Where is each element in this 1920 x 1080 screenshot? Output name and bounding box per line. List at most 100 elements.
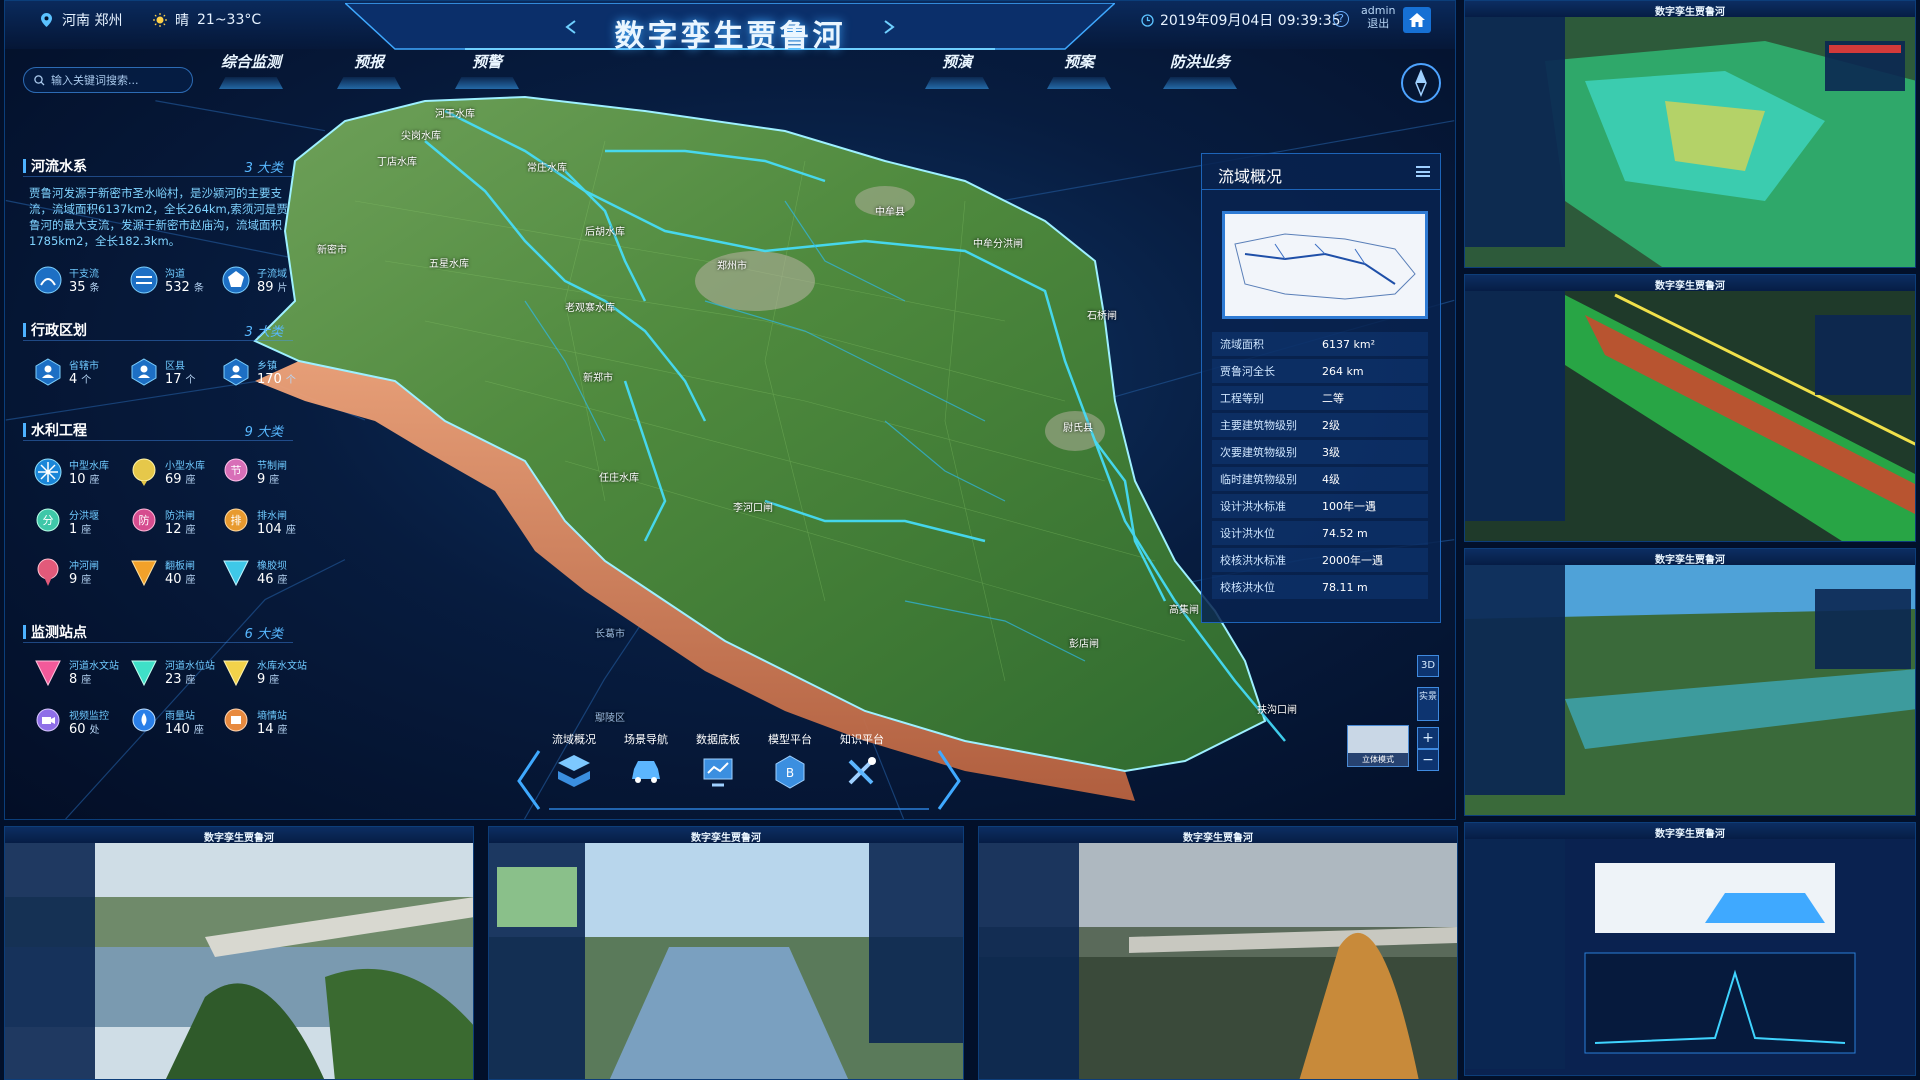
- stat-label: 沟道: [165, 269, 185, 280]
- zoom-in-button[interactable]: +: [1417, 727, 1439, 749]
- zoom-out-button[interactable]: −: [1417, 749, 1439, 771]
- tab-monitoring[interactable]: 综合监测: [211, 51, 291, 89]
- logout-link[interactable]: 退出: [1361, 17, 1395, 30]
- map-label[interactable]: 老观寨水库: [565, 299, 615, 314]
- section-title: 河流水系: [23, 156, 87, 176]
- stat-item[interactable]: 乡镇 170 个: [221, 355, 307, 395]
- stat-item[interactable]: 视频监控 60 处: [33, 705, 119, 745]
- thumb-title: 数字孪生贾鲁河: [204, 833, 274, 844]
- basin-mini-map[interactable]: [1222, 211, 1428, 319]
- tab-plan[interactable]: 预案: [1039, 51, 1119, 89]
- stat-item[interactable]: 干支流 35 条: [33, 263, 119, 303]
- main-dashboard: 河王水库 常庄水库 丁店水库 新密市 五星水库 尖岗水库 后胡水库 老观寨水库 …: [4, 0, 1456, 820]
- stat-value-wrap: 46 座: [257, 571, 288, 587]
- search-input[interactable]: 输入关键词搜索...: [23, 67, 193, 93]
- stat-item[interactable]: 防 防洪闸 12 座: [129, 505, 215, 545]
- btn-3d[interactable]: 3D: [1417, 655, 1439, 677]
- btn-real-scene[interactable]: 实景: [1417, 687, 1439, 721]
- map-label[interactable]: 石桥闸: [1087, 307, 1117, 322]
- tool-scene-navigation[interactable]: 场景导航: [611, 731, 681, 795]
- map-label[interactable]: 新郑市: [583, 369, 613, 384]
- stat-item[interactable]: 沟道 532 条: [129, 263, 215, 303]
- datetime: 2019年09月04日 09:39:35: [1141, 10, 1341, 30]
- thumbnail-cross-section[interactable]: 数字孪生贾鲁河: [1464, 822, 1916, 1076]
- tool-knowledge-platform[interactable]: 知识平台: [827, 731, 897, 795]
- stat-item[interactable]: 橡胶坝 46 座: [221, 555, 307, 595]
- map-label[interactable]: 彭店闸: [1069, 635, 1099, 650]
- compass-button[interactable]: [1401, 63, 1441, 103]
- stat-item[interactable]: 子流域 89 片: [221, 263, 307, 303]
- city-river-scene: [489, 827, 963, 1079]
- thumbnail-flood-simulation[interactable]: 数字孪生贾鲁河: [1464, 0, 1916, 268]
- stat-item[interactable]: 中型水库 10 座: [33, 455, 119, 495]
- stat-value-wrap: 8座: [69, 671, 91, 687]
- map-label[interactable]: 尖岗水库: [401, 127, 441, 142]
- clock-icon: [1141, 13, 1154, 27]
- thumbnail-bridge-view[interactable]: 数字孪生贾鲁河: [4, 826, 474, 1080]
- water-level-station-icon: [131, 660, 157, 687]
- map-label[interactable]: 李河口闸: [733, 499, 773, 514]
- rubber-dam-icon: [223, 560, 249, 587]
- thumbnail-flow-field[interactable]: 数字孪生贾鲁河: [1464, 274, 1916, 542]
- thumb-title: 数字孪生贾鲁河: [691, 833, 761, 844]
- stat-value: 23: [165, 672, 182, 687]
- stat-value: 17: [165, 372, 182, 387]
- stat-item[interactable]: 墒情站 14 座: [221, 705, 307, 745]
- thumbnail-city-river[interactable]: 数字孪生贾鲁河: [488, 826, 964, 1080]
- stat-item[interactable]: 省辖市 4个: [33, 355, 119, 395]
- stat-item[interactable]: 小型水库 69 座: [129, 455, 215, 495]
- stat-item[interactable]: 河道水文站 8 座: [33, 655, 119, 695]
- location[interactable]: 河南 郑州: [41, 10, 122, 30]
- small-reservoir-icon: [132, 458, 156, 486]
- stat-value: 35: [69, 280, 86, 295]
- stat-item[interactable]: 雨量站 140 座: [129, 705, 215, 745]
- stat-label: 防洪闸: [165, 511, 195, 522]
- tab-flood-control[interactable]: 防洪业务: [1155, 51, 1245, 89]
- help-icon[interactable]: ?: [1333, 11, 1349, 27]
- section-title: 监测站点: [23, 622, 87, 642]
- stat-item[interactable]: 水库水文站 9 座: [221, 655, 307, 695]
- stat-item[interactable]: 节 节制闸 9 座: [221, 455, 307, 495]
- map-label[interactable]: 河王水库: [435, 105, 475, 120]
- mode-label: 立体模式: [1348, 753, 1408, 766]
- stat-item[interactable]: 翻板闸 40 座: [129, 555, 215, 595]
- map-label[interactable]: 高集闸: [1169, 601, 1199, 616]
- stat-item[interactable]: 区县 17 个: [129, 355, 215, 395]
- thumbnail-forest-dam[interactable]: 数字孪生贾鲁河: [978, 826, 1458, 1080]
- tab-rehearsal[interactable]: 预演: [917, 51, 997, 89]
- stat-item[interactable]: 排 排水闸 104 座: [221, 505, 307, 545]
- soil-moisture-icon: [224, 708, 248, 732]
- map-label[interactable]: 新密市: [317, 241, 347, 256]
- tool-basin-overview[interactable]: 流域概况: [539, 731, 609, 795]
- mode-switch[interactable]: 立体模式: [1347, 725, 1409, 767]
- sun-icon: [153, 13, 167, 27]
- map-label[interactable]: 丁店水库: [377, 153, 417, 168]
- stat-unit: 个: [185, 375, 196, 386]
- user-box[interactable]: admin 退出: [1361, 4, 1395, 30]
- location-text: 河南 郑州: [62, 13, 123, 29]
- thumbnail-terrain-3d[interactable]: 数字孪生贾鲁河: [1464, 548, 1916, 816]
- section-rivers-header: 河流水系 3 大类: [23, 155, 293, 177]
- map-label[interactable]: 五星水库: [429, 255, 469, 270]
- map-label[interactable]: 郑州市: [717, 257, 747, 272]
- home-button[interactable]: [1403, 7, 1431, 33]
- stat-item[interactable]: 冲河闸 9 座: [33, 555, 119, 595]
- rain-gauge-icon: [132, 708, 156, 732]
- stat-item[interactable]: 河道水位站 23 座: [129, 655, 215, 695]
- map-label[interactable]: 尉氏县: [1063, 419, 1093, 434]
- tool-model-platform[interactable]: 模型平台 B: [755, 731, 825, 795]
- tool-data-base[interactable]: 数据底板: [683, 731, 753, 795]
- tab-highlight: [219, 77, 283, 89]
- map-label[interactable]: 后胡水库: [585, 223, 625, 238]
- monitor-chart-icon: [703, 758, 733, 787]
- map-label[interactable]: 任庄水库: [599, 469, 639, 484]
- river-gate-icon: [37, 558, 59, 586]
- stat-item[interactable]: 分 分洪堰 1 座: [33, 505, 119, 545]
- map-label[interactable]: 扶沟口闸: [1257, 701, 1297, 716]
- map-label[interactable]: 中牟分洪闸: [973, 235, 1023, 250]
- map-label[interactable]: 常庄水库: [527, 159, 567, 174]
- menu-icon[interactable]: [1416, 166, 1430, 177]
- tab-forecast[interactable]: 预报: [329, 51, 409, 89]
- tab-warning[interactable]: 预警: [447, 51, 527, 89]
- map-label[interactable]: 中牟县: [875, 203, 905, 218]
